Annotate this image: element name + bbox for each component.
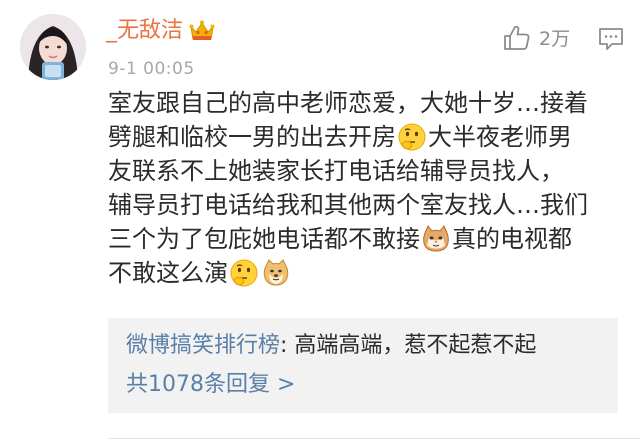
body-text-segment: 真的电视都 (452, 225, 572, 253)
body-line: 不敢这么演 (108, 256, 628, 290)
body-text-segment: 三个为了包庇她电话都不敢接 (108, 225, 420, 253)
username[interactable]: _无敌洁 (106, 17, 183, 45)
like-count: 2万 (539, 28, 571, 50)
reply-separator: : (280, 333, 295, 358)
body-line: 室友跟自己的高中老师恋爱，大她十岁…接着 (108, 86, 628, 120)
username-row: _无敌洁 (106, 17, 215, 45)
reply-line: 微博搞笑排行榜: 高端高端，惹不起惹不起 (126, 331, 536, 361)
body-text-segment: 不敢这么演 (108, 259, 228, 287)
avatar[interactable] (20, 14, 86, 80)
reply-text: 高端高端，惹不起惹不起 (294, 333, 537, 358)
timestamp: 9-1 00:05 (108, 59, 195, 79)
view-all-replies-link[interactable]: 共1078条回复 > (126, 370, 295, 400)
body-text-segment: 友联系不上她装家长打电话给辅导员找人， (108, 157, 564, 185)
body-text-segment: 劈腿和临校一男的出去开房 (108, 123, 396, 151)
avatar-image (20, 14, 86, 80)
reply-button[interactable] (598, 27, 624, 55)
cat-emoji-icon (421, 224, 451, 254)
body-text-segment: 大半夜老师男 (428, 123, 572, 151)
reply-preview[interactable]: 微博搞笑排行榜: 高端高端，惹不起惹不起 共1078条回复 > (108, 318, 618, 413)
crown-icon (189, 19, 215, 43)
thinking-emoji-icon (229, 258, 259, 288)
comment-icon (599, 28, 623, 50)
divider (108, 438, 640, 439)
thinking-emoji-icon (397, 122, 427, 152)
body-line: 辅导员打电话给我和其他两个室友找人…我们 (108, 188, 628, 222)
body-line: 三个为了包庇她电话都不敢接 真的电视都 (108, 222, 628, 256)
thumbs-up-icon (504, 25, 530, 50)
like-button[interactable]: 2万 (503, 24, 570, 51)
body-text-segment: 室友跟自己的高中老师恋爱，大她十岁…接着 (108, 89, 588, 117)
reply-author-link[interactable]: 微博搞笑排行榜 (126, 333, 280, 358)
body-text-segment: 辅导员打电话给我和其他两个室友找人…我们 (108, 191, 588, 219)
doge-emoji-icon (261, 258, 291, 288)
body-line: 友联系不上她装家长打电话给辅导员找人， (108, 154, 628, 188)
comment-body: 室友跟自己的高中老师恋爱，大她十岁…接着 劈腿和临校一男的出去开房 大半夜老师男… (108, 86, 628, 290)
body-line: 劈腿和临校一男的出去开房 大半夜老师男 (108, 120, 628, 154)
comment-card: _无敌洁 9-1 00:05 2万 室友跟自己的高中老师恋爱，大她十岁…接着 劈… (0, 0, 640, 446)
